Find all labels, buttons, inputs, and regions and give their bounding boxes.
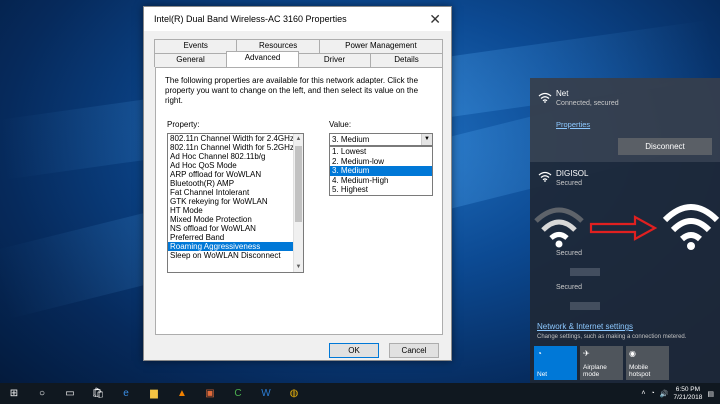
tile-airplane-mode[interactable]: ✈ Airplane mode: [580, 346, 623, 380]
property-list-item[interactable]: GTK rekeying for WoWLAN: [168, 197, 294, 206]
chevron-up-icon[interactable]: ˄: [641, 390, 645, 397]
network-settings-link[interactable]: Network & Internet settings: [537, 322, 633, 331]
dialog-title: Intel(R) Dual Band Wireless-AC 3160 Prop…: [154, 14, 347, 24]
property-list-item[interactable]: Preferred Band: [168, 233, 294, 242]
value-label: Value:: [329, 120, 352, 129]
property-list-item[interactable]: Roaming Aggressiveness: [168, 242, 294, 251]
ok-button[interactable]: OK: [329, 343, 379, 358]
value-options-list[interactable]: 1. Lowest 2. Medium-low 3. Medium 4. Medium…: [329, 146, 433, 196]
property-list-item[interactable]: 802.11n Channel Width for 5.2GHz: [168, 143, 294, 152]
tab-driver[interactable]: Driver: [298, 53, 371, 67]
task-view-icon[interactable]: ▭: [56, 383, 84, 404]
network-settings-subtext: Change settings, such as making a connec…: [537, 334, 687, 340]
property-list-item[interactable]: NS offload for WoWLAN: [168, 224, 294, 233]
wifi-icon: ◔: [537, 349, 542, 358]
start-icon[interactable]: ⊞: [0, 383, 28, 404]
tab-advanced[interactable]: Advanced: [226, 51, 299, 67]
scroll-up-icon[interactable]: ▲: [294, 134, 303, 144]
hidden-network-name: [570, 268, 600, 276]
value-dropdown-text: 3. Medium: [332, 135, 370, 144]
system-tray: ˄ ◔ 🔊 6:50 PM 7/21/2018 ▤: [641, 383, 720, 404]
value-option[interactable]: 3. Medium: [330, 166, 432, 176]
tile-label: Net: [537, 371, 548, 378]
wifi-strong-icon: [662, 204, 720, 250]
network-status: Secured: [556, 180, 583, 187]
tab-strip: Events Resources Power Management Genera…: [154, 39, 443, 67]
clock-date: 7/21/2018: [673, 393, 703, 401]
property-list-item[interactable]: Ad Hoc QoS Mode: [168, 161, 294, 170]
airplane-icon: ✈: [583, 349, 590, 358]
chrome-icon[interactable]: ◍: [280, 383, 308, 404]
advanced-panel: The following properties are available f…: [155, 67, 443, 335]
property-list-item[interactable]: HT Mode: [168, 206, 294, 215]
store-icon[interactable]: 🛍: [84, 383, 112, 404]
scroll-down-icon[interactable]: ▼: [294, 262, 303, 272]
quick-action-tiles: ◔ Net ✈ Airplane mode ◉ Mobile hotspot: [534, 346, 669, 380]
wifi-icon: [538, 171, 552, 182]
property-list-item[interactable]: Mixed Mode Protection: [168, 215, 294, 224]
network-item-net[interactable]: Net Connected, secured Properties Discon…: [530, 78, 720, 162]
vlc-icon[interactable]: ▲: [168, 383, 196, 404]
chevron-down-icon[interactable]: ▼: [421, 134, 432, 145]
network-name[interactable]: DIGISOL: [556, 169, 588, 178]
properties-link[interactable]: Properties: [556, 120, 590, 129]
tile-label: Mobile hotspot: [629, 364, 651, 378]
network-name: Net: [556, 89, 569, 98]
tile-wifi[interactable]: ◔ Net: [534, 346, 577, 380]
tab-events[interactable]: Events: [154, 39, 238, 53]
close-icon[interactable]: ✕: [429, 12, 441, 26]
property-list-item[interactable]: Bluetooth(R) AMP: [168, 179, 294, 188]
search-icon[interactable]: ○: [28, 383, 56, 404]
panel-description: The following properties are available f…: [165, 76, 419, 105]
property-list-item[interactable]: 802.11n Channel Width for 2.4GHz: [168, 134, 294, 143]
value-option[interactable]: 5. Highest: [330, 185, 432, 195]
wifi-weak-icon: [534, 207, 584, 248]
value-dropdown[interactable]: 3. Medium ▼: [329, 133, 433, 146]
property-list-item[interactable]: Fat Channel Intolerant: [168, 188, 294, 197]
volume-icon[interactable]: 🔊: [660, 390, 669, 398]
property-list-item[interactable]: Ad Hoc Channel 802.11b/g: [168, 152, 294, 161]
network-status: Connected, secured: [556, 100, 619, 107]
red-arrow-icon: [589, 215, 658, 241]
hidden-network-name: [570, 302, 600, 310]
tab-details[interactable]: Details: [370, 53, 443, 67]
value-option[interactable]: 4. Medium-High: [330, 176, 432, 186]
clock[interactable]: 6:50 PM 7/21/2018: [673, 386, 702, 402]
network-status: Secured: [556, 284, 583, 291]
disconnect-button[interactable]: Disconnect: [618, 138, 712, 155]
wifi-icon: [538, 92, 552, 103]
tile-label: Airplane mode: [583, 364, 607, 378]
cancel-button[interactable]: Cancel: [389, 343, 439, 358]
scrollbar-thumb[interactable]: [295, 146, 302, 222]
explorer-icon[interactable]: ▆: [140, 383, 168, 404]
property-list-scrollbar[interactable]: ▲ ▼: [293, 134, 303, 272]
network-status: Secured: [556, 250, 583, 257]
photo-icon[interactable]: ▣: [196, 383, 224, 404]
clock-time: 6:50 PM: [675, 385, 701, 393]
adapter-properties-dialog: Intel(R) Dual Band Wireless-AC 3160 Prop…: [143, 6, 452, 361]
word-icon[interactable]: W: [252, 383, 280, 404]
camtasia-icon[interactable]: C: [224, 383, 252, 404]
tab-power-management[interactable]: Power Management: [318, 39, 443, 53]
tile-mobile-hotspot[interactable]: ◉ Mobile hotspot: [626, 346, 669, 380]
value-option[interactable]: 2. Medium-low: [330, 157, 432, 167]
wifi-icon[interactable]: ◔: [651, 390, 655, 397]
value-option[interactable]: 1. Lowest: [330, 147, 432, 157]
hotspot-icon: ◉: [629, 349, 636, 358]
dialog-titlebar[interactable]: Intel(R) Dual Band Wireless-AC 3160 Prop…: [144, 7, 451, 31]
taskbar: ⊞ ○ ▭ 🛍 e ▆ ▲ ▣ C W ◍ ˄ ◔ 🔊 6:50 PM 7/21…: [0, 383, 720, 404]
property-list-item[interactable]: Sleep on WoWLAN Disconnect: [168, 251, 294, 260]
tab-general[interactable]: General: [154, 53, 227, 67]
property-label: Property:: [167, 120, 200, 129]
property-list[interactable]: 802.11n Channel Width for 2.4GHz 802.11n …: [167, 133, 304, 273]
notification-icon[interactable]: ▤: [707, 390, 714, 398]
edge-icon[interactable]: e: [112, 383, 140, 404]
property-list-item[interactable]: ARP offload for WoWLAN: [168, 170, 294, 179]
